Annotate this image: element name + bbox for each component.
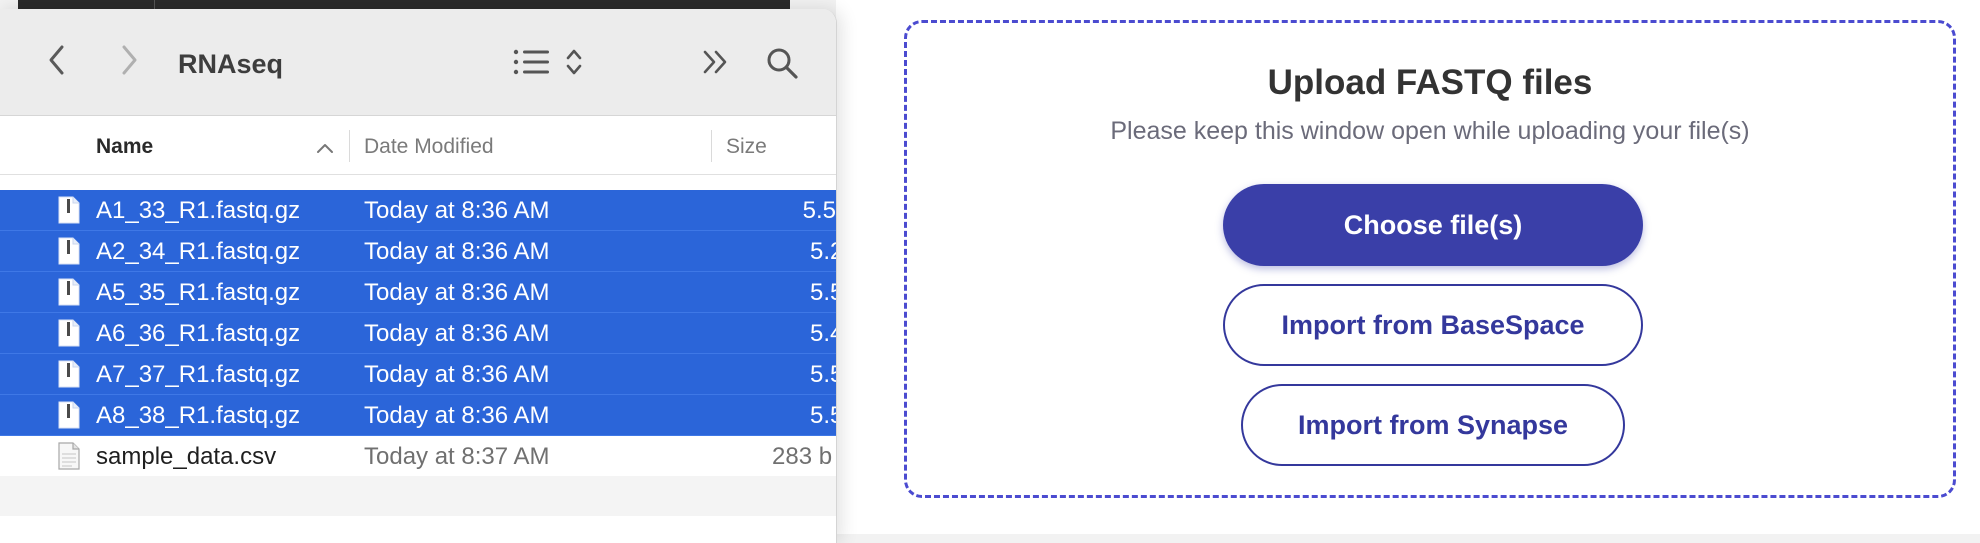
file-row[interactable]: A1_33_R1.fastq.gz Today at 8:36 AM 5.5 [0, 190, 836, 231]
upload-subtitle: Please keep this window open while uploa… [1110, 117, 1750, 145]
import-basespace-button[interactable]: Import from BaseSpace [1223, 284, 1643, 366]
archive-file-icon [58, 196, 80, 224]
file-row[interactable]: A8_38_R1.fastq.gz Today at 8:36 AM 5.5 [0, 395, 836, 436]
column-date-modified[interactable]: Date Modified [364, 135, 494, 159]
background-window-edge [18, 0, 790, 9]
column-header: Name Date Modified Size [0, 116, 836, 175]
choose-files-button[interactable]: Choose file(s) [1223, 184, 1643, 266]
list-view-icon[interactable] [512, 47, 602, 77]
column-size[interactable]: Size [726, 135, 767, 159]
finder-toolbar: RNAseq [0, 9, 836, 116]
column-name[interactable]: Name [96, 135, 153, 159]
column-separator[interactable] [711, 130, 712, 162]
sort-ascending-icon[interactable] [316, 141, 334, 153]
folder-title: RNAseq [178, 49, 284, 79]
archive-file-icon [58, 237, 80, 265]
search-icon[interactable] [762, 45, 802, 81]
double-chevron-icon[interactable] [698, 47, 734, 77]
column-separator[interactable] [349, 130, 350, 162]
archive-file-icon [58, 360, 80, 388]
chevron-left-icon[interactable] [38, 41, 76, 79]
archive-file-icon [58, 401, 80, 429]
archive-file-icon [58, 278, 80, 306]
file-row[interactable]: A2_34_R1.fastq.gz Today at 8:36 AM 5.2 [0, 231, 836, 272]
empty-row [0, 476, 836, 516]
document-file-icon [58, 442, 80, 470]
file-row[interactable]: A6_36_R1.fastq.gz Today at 8:36 AM 5.4 [0, 313, 836, 354]
file-row[interactable]: A7_37_R1.fastq.gz Today at 8:36 AM 5.5 [0, 354, 836, 395]
file-row[interactable]: A5_35_R1.fastq.gz Today at 8:36 AM 5.5 [0, 272, 836, 313]
upload-dropzone[interactable]: Upload FASTQ files Please keep this wind… [904, 20, 1956, 498]
import-synapse-button[interactable]: Import from Synapse [1241, 384, 1625, 466]
finder-window: RNAseq Name Date Modified Size A1_33_R1.… [0, 9, 837, 543]
file-list: A1_33_R1.fastq.gz Today at 8:36 AM 5.5 A… [0, 190, 836, 516]
upload-title: Upload FASTQ files [1267, 63, 1593, 102]
file-row[interactable]: sample_data.csv Today at 8:37 AM 283 b [0, 436, 836, 476]
chevron-right-icon[interactable] [110, 41, 148, 79]
archive-file-icon [58, 319, 80, 347]
